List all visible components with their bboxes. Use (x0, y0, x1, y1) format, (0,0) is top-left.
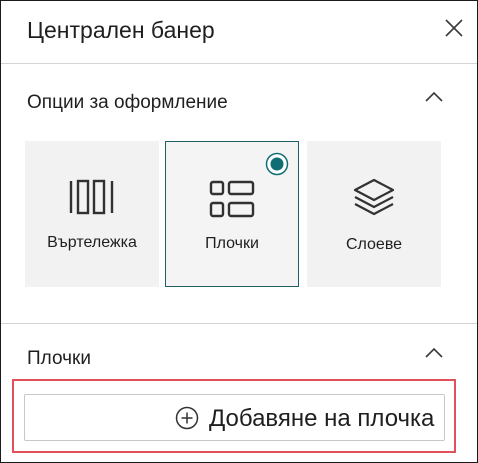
tiles-icon (209, 180, 255, 218)
chevron-up-icon (425, 347, 443, 358)
chevron-up-icon (425, 91, 443, 102)
layout-option-label: Плочки (205, 235, 259, 252)
layout-options: Въртележка Плочки Слоеве (25, 141, 441, 287)
radio-selected-icon (265, 152, 289, 176)
header-divider (1, 63, 477, 64)
layout-option-carousel[interactable]: Въртележка (25, 141, 159, 287)
carousel-icon (69, 179, 114, 215)
panel-header: Централен банер (1, 1, 477, 63)
highlight-box (12, 379, 456, 453)
layers-icon (353, 178, 395, 216)
close-icon (445, 19, 463, 37)
tiles-section-title: Плочки (27, 348, 91, 369)
layout-option-label: Въртележка (47, 234, 137, 251)
hero-settings-panel: Централен банер Опции за оформление Върт… (0, 0, 478, 463)
close-button[interactable] (441, 15, 467, 41)
layout-option-label: Слоеве (345, 236, 403, 253)
section-divider (1, 323, 477, 324)
layout-section-collapse-button[interactable] (421, 87, 447, 107)
layout-section-title: Опции за оформление (27, 92, 228, 113)
tiles-section-collapse-button[interactable] (421, 343, 447, 363)
panel-title: Централен банер (27, 17, 215, 43)
layout-option-tiles[interactable]: Плочки (165, 141, 299, 287)
layout-option-layers[interactable]: Слоеве (307, 141, 441, 287)
